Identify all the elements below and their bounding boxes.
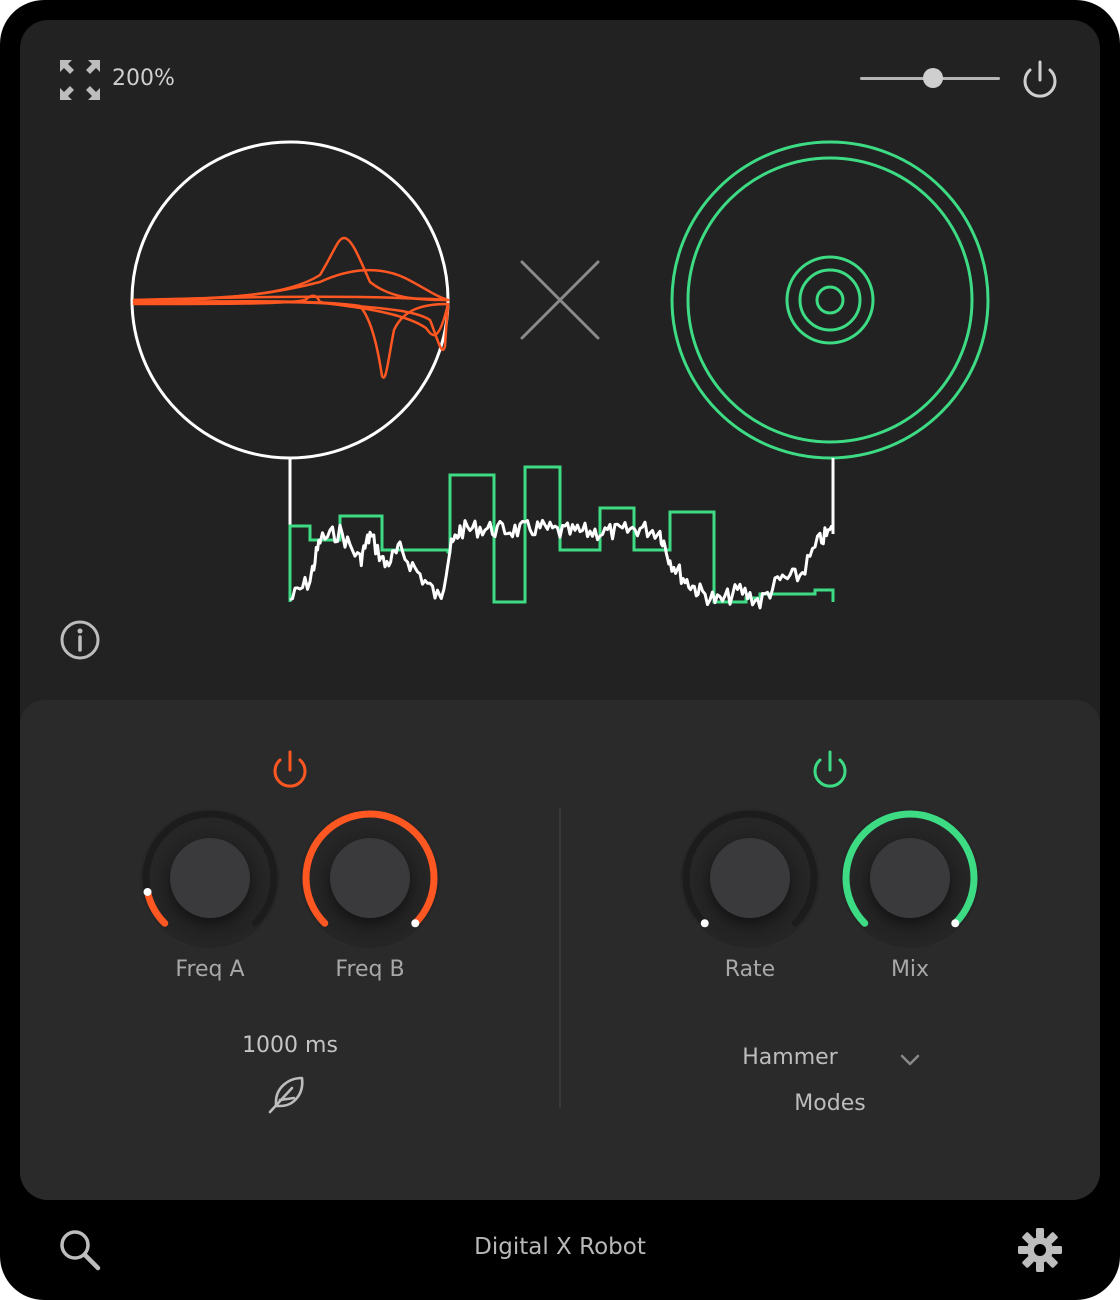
knob-rate[interactable]: [710, 838, 790, 918]
knob-freq-a[interactable]: [170, 838, 250, 918]
feather-icon[interactable]: [266, 1072, 310, 1116]
main-panel: 200% Freq A Freq B Rate Mix 1000 ms Hamm…: [20, 20, 1100, 1200]
knob-mix[interactable]: [870, 838, 950, 918]
knob-label-freq-a: Freq A: [175, 957, 245, 982]
knob-indicator-freq-a: [143, 887, 152, 896]
gear-icon[interactable]: [1016, 1226, 1064, 1274]
mode-select-value[interactable]: Hammer: [710, 1045, 870, 1070]
chevron-down-icon[interactable]: [898, 1050, 922, 1070]
knob-label-rate: Rate: [724, 957, 776, 982]
time-value[interactable]: 1000 ms: [200, 1033, 380, 1058]
plugin-window: 200% Freq A Freq B Rate Mix 1000 ms Hamm…: [0, 0, 1120, 1300]
knob-indicator-freq-b: [411, 919, 420, 928]
knob-label-mix: Mix: [890, 957, 930, 982]
knob-indicator-rate: [700, 919, 709, 928]
plugin-title: Digital X Robot: [474, 1234, 646, 1260]
knob-label-freq-b: Freq B: [335, 957, 405, 982]
module-divider: [559, 808, 561, 1108]
mode-label: Modes: [794, 1091, 866, 1116]
knob-indicator-mix: [951, 919, 960, 928]
knob-freq-b[interactable]: [330, 838, 410, 918]
knob-value-arc-freq-a: [144, 888, 169, 927]
